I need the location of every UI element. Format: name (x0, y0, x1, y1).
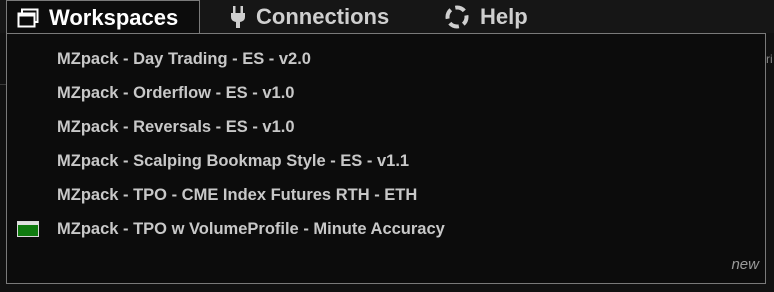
workspace-item[interactable]: MZpack - Reversals - ES - v1.0 (57, 113, 295, 141)
workspace-item-label: MZpack - Day Trading - ES - v2.0 (57, 49, 311, 68)
lifebuoy-icon (444, 4, 470, 30)
workspace-item[interactable]: MZpack - Day Trading - ES - v2.0 (57, 45, 311, 73)
workspace-item-active[interactable]: MZpack - TPO w VolumeProfile - Minute Ac… (57, 215, 445, 243)
active-workspace-icon (17, 221, 39, 237)
workspaces-dropdown: MZpack - Day Trading - ES - v2.0 MZpack … (6, 33, 766, 284)
background-text-fragment: ri (766, 52, 773, 66)
menu-connections-label: Connections (256, 3, 390, 29)
workspace-item-label: MZpack - TPO - CME Index Futures RTH - E… (57, 185, 418, 204)
menu-connections[interactable]: Connections (226, 0, 389, 33)
workspace-item-label: MZpack - Orderflow - ES - v1.0 (57, 83, 295, 102)
menu-workspaces[interactable]: Workspaces (6, 0, 200, 34)
new-workspace-link[interactable]: new (731, 256, 759, 273)
workspace-item[interactable]: MZpack - Scalping Bookmap Style - ES - v… (57, 147, 409, 175)
workspace-item-label: MZpack - Scalping Bookmap Style - ES - v… (57, 151, 410, 170)
plug-icon (230, 5, 246, 29)
menu-help[interactable]: Help (442, 0, 528, 33)
workspace-item[interactable]: MZpack - TPO - CME Index Futures RTH - E… (57, 181, 417, 209)
app-root: Workspaces Connections Help ri MZpack - … (0, 0, 774, 292)
workspace-item-label: MZpack - Reversals - ES - v1.0 (57, 117, 295, 136)
workspace-item[interactable]: MZpack - Orderflow - ES - v1.0 (57, 79, 294, 107)
window-icon (17, 8, 39, 28)
menu-workspaces-label: Workspaces (49, 4, 179, 30)
menu-help-label: Help (480, 3, 528, 29)
workspace-item-label: MZpack - TPO w VolumeProfile - Minute Ac… (57, 219, 445, 238)
menu-bar: Workspaces Connections Help (0, 0, 774, 34)
